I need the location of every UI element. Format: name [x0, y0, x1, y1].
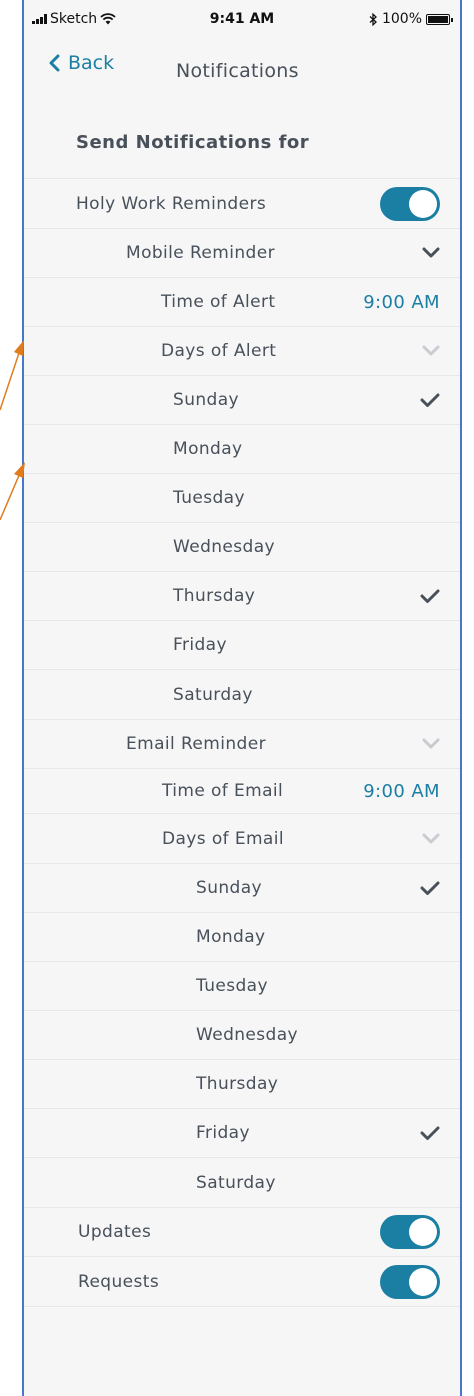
nav-bar: Back Notifications — [24, 40, 460, 100]
list-item-thursday-8[interactable]: Thursday — [24, 571, 460, 620]
bluetooth-icon — [369, 12, 377, 26]
list-item-saturday-20[interactable]: Saturday — [24, 1157, 460, 1207]
battery-icon — [426, 13, 453, 25]
list-item-days-of-alert-3[interactable]: Days of Alert — [24, 326, 460, 375]
list-item-label: Days of Email — [162, 828, 284, 849]
list-item-label: Friday — [173, 635, 227, 655]
time-value[interactable]: 9:00 AM — [363, 292, 440, 313]
list-item-label: Requests — [78, 1271, 160, 1292]
list-item-days-of-email-13[interactable]: Days of Email — [24, 813, 460, 863]
list-item-label: Time of Alert — [161, 292, 276, 312]
back-button[interactable]: Back — [48, 52, 114, 74]
chevron-down-icon — [422, 738, 440, 750]
list-item-label: Wednesday — [196, 1025, 299, 1045]
list-item-label: Monday — [196, 927, 266, 947]
annotation-arrows — [0, 340, 25, 521]
battery-percent: 100% — [381, 11, 422, 27]
list-item-label: Monday — [173, 439, 243, 459]
back-label: Back — [68, 52, 115, 74]
checkmark-icon — [420, 880, 440, 896]
list-item-tuesday-16[interactable]: Tuesday — [24, 961, 460, 1010]
annotation-arrow-1 — [0, 349, 21, 411]
list-item-holy-work-reminders-0: Holy Work Reminders — [24, 178, 460, 228]
list-item-friday-9[interactable]: Friday — [24, 620, 460, 669]
list-item-sunday-4[interactable]: Sunday — [24, 375, 460, 424]
toggle-knob — [409, 189, 437, 218]
list-item-requests-22: Requests — [24, 1256, 460, 1306]
time-value[interactable]: 9:00 AM — [363, 781, 440, 802]
list-item-label: Saturday — [173, 684, 253, 705]
list-item-label: Sunday — [173, 390, 240, 410]
list-item-mobile-reminder-1[interactable]: Mobile Reminder — [24, 228, 460, 277]
chevron-down-icon — [422, 247, 440, 259]
chevron-down-icon — [422, 833, 440, 845]
list-item-label: Saturday — [196, 1172, 276, 1193]
chevron-left-icon — [49, 54, 60, 72]
section-title: Send Notifications for — [76, 132, 310, 153]
list-divider — [24, 1306, 460, 1307]
page-title: Notifications — [176, 60, 299, 82]
list-item-sunday-14[interactable]: Sunday — [24, 863, 460, 912]
toggle-knob — [409, 1267, 437, 1296]
list-item-friday-19[interactable]: Friday — [24, 1108, 460, 1157]
list-item-label: Friday — [196, 1123, 250, 1143]
checkmark-icon — [420, 1125, 440, 1141]
list-item-time-of-alert-2[interactable]: Time of Alert 9:00 AM — [24, 277, 460, 326]
list-item-label: Tuesday — [196, 976, 268, 996]
list-item-label: Thursday — [173, 586, 256, 606]
phone-frame: Sketch 9:41 AM 100% Back Notifications S… — [22, 0, 462, 1396]
list-item-wednesday-7[interactable]: Wednesday — [24, 522, 460, 571]
list-item-thursday-18[interactable]: Thursday — [24, 1059, 460, 1108]
annotation-arrowhead-2 — [14, 462, 25, 478]
list-item-saturday-10[interactable]: Saturday — [24, 669, 460, 719]
list-item-label: Email Reminder — [126, 734, 266, 754]
list-item-label: Tuesday — [173, 488, 245, 508]
chevron-down-icon — [422, 345, 440, 357]
list-item-label: Mobile Reminder — [126, 243, 275, 263]
list-item-label: Updates — [78, 1222, 152, 1242]
list-item-label: Thursday — [196, 1074, 279, 1094]
toggle-knob — [409, 1218, 437, 1246]
requests-toggle[interactable] — [380, 1264, 440, 1299]
list-item-label: Wednesday — [173, 537, 276, 557]
list-item-tuesday-6[interactable]: Tuesday — [24, 473, 460, 522]
status-right: 100% — [369, 11, 453, 27]
checkmark-icon — [420, 392, 440, 408]
list-item-updates-21: Updates — [24, 1207, 460, 1256]
annotation-arrowhead-1 — [14, 340, 24, 356]
updates-toggle[interactable] — [380, 1215, 440, 1249]
list-item-time-of-email-12[interactable]: Time of Email 9:00 AM — [24, 768, 460, 813]
list-item-monday-15[interactable]: Monday — [24, 912, 460, 961]
list-item-label: Sunday — [196, 878, 263, 898]
status-bar: Sketch 9:41 AM 100% — [24, 0, 460, 40]
checkmark-icon — [420, 588, 440, 604]
list-item-email-reminder-11[interactable]: Email Reminder — [24, 719, 460, 768]
holy-work-reminders-toggle[interactable] — [380, 186, 440, 221]
list-item-label: Days of Alert — [161, 341, 277, 361]
list-item-monday-5[interactable]: Monday — [24, 424, 460, 473]
annotation-arrow-2 — [0, 472, 21, 521]
list-item-wednesday-17[interactable]: Wednesday — [24, 1010, 460, 1059]
list-item-label: Time of Email — [162, 781, 284, 801]
list-item-label: Holy Work Reminders — [76, 193, 267, 214]
